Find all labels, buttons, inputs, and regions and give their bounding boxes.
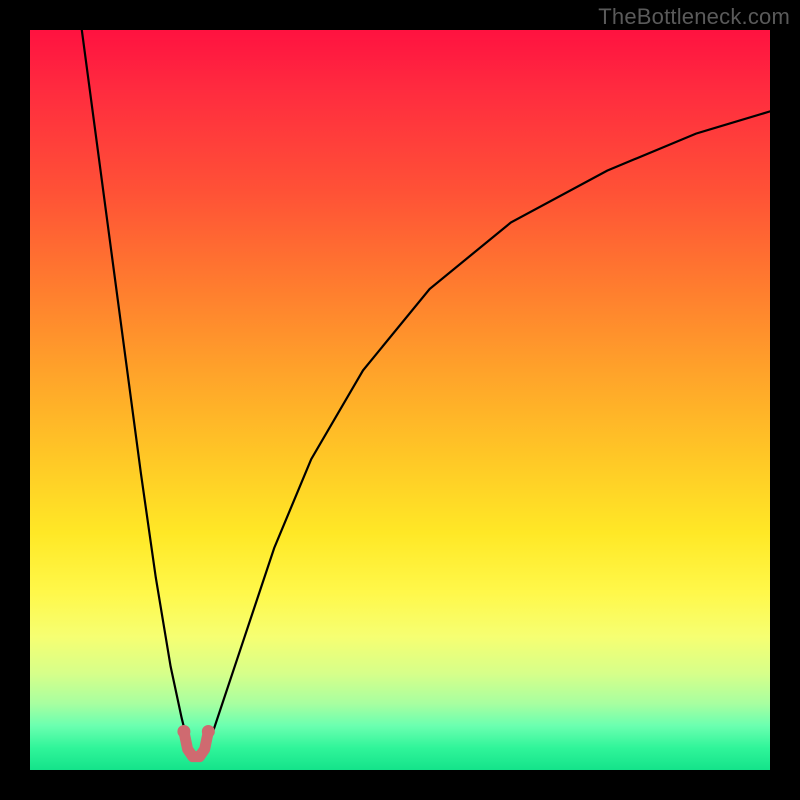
valley-marker-dots (177, 725, 214, 738)
plot-area (30, 30, 770, 770)
left-curve (82, 30, 189, 748)
right-curve (208, 111, 770, 747)
chart-frame: TheBottleneck.com (0, 0, 800, 800)
watermark-text: TheBottleneck.com (598, 4, 790, 30)
curve-layer (30, 30, 770, 770)
